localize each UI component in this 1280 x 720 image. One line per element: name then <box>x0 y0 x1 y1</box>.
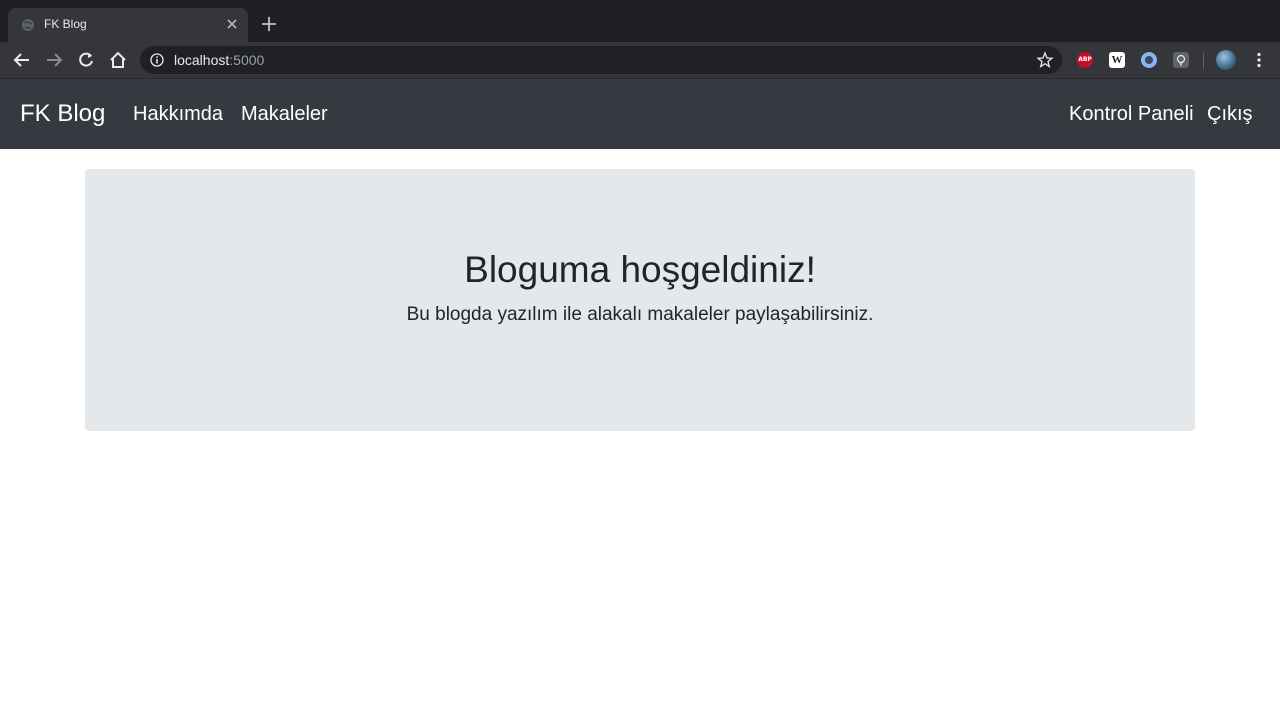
url-port: :5000 <box>229 52 265 68</box>
abp-icon[interactable]: ABP <box>1077 52 1093 68</box>
home-icon[interactable] <box>108 50 128 70</box>
toolbar-divider <box>1203 53 1204 69</box>
nav-link-hakkimda[interactable]: Hakkımda <box>133 103 223 126</box>
reload-icon[interactable] <box>76 50 96 70</box>
globe-icon <box>22 19 34 31</box>
brand-link[interactable]: FK Blog <box>20 100 105 128</box>
url-host: localhost <box>174 52 230 68</box>
menu-dots-icon[interactable] <box>1250 51 1268 69</box>
address-bar[interactable]: localhost:5000 <box>140 46 1062 74</box>
back-arrow-icon[interactable] <box>12 50 32 70</box>
page-title: Bloguma hoşgeldiniz! <box>464 249 816 290</box>
bulb-ext-icon[interactable] <box>1173 52 1189 68</box>
tab-title: FK Blog <box>44 17 87 31</box>
forward-arrow-icon[interactable] <box>44 50 64 70</box>
avatar[interactable] <box>1216 50 1236 70</box>
star-icon[interactable] <box>1036 51 1054 69</box>
circle-ext-icon[interactable] <box>1141 52 1157 68</box>
close-icon[interactable] <box>224 16 240 32</box>
lead-text: Bu blogda yazılım ile alakalı makaleler … <box>406 304 874 325</box>
nav-link-makaleler[interactable]: Makaleler <box>241 103 328 126</box>
info-icon[interactable] <box>150 53 164 67</box>
new-tab-icon[interactable] <box>260 15 278 33</box>
welcome-jumbotron: Bloguma hoşgeldiniz! Bu blogda yazılım i… <box>85 169 1195 431</box>
browser-tab[interactable]: FK Blog <box>8 8 248 42</box>
browser-toolbar: localhost:5000 ABP W <box>0 42 1280 79</box>
browser-tabstrip: FK Blog <box>0 0 1280 42</box>
nav-link-kontrol-paneli[interactable]: Kontrol Paneli <box>1069 103 1194 126</box>
w-icon[interactable]: W <box>1109 52 1125 68</box>
site-navbar: FK Blog Hakkımda Makaleler Kontrol Panel… <box>0 79 1280 149</box>
url-text: localhost:5000 <box>174 52 264 68</box>
nav-link-cikis[interactable]: Çıkış <box>1207 103 1253 126</box>
